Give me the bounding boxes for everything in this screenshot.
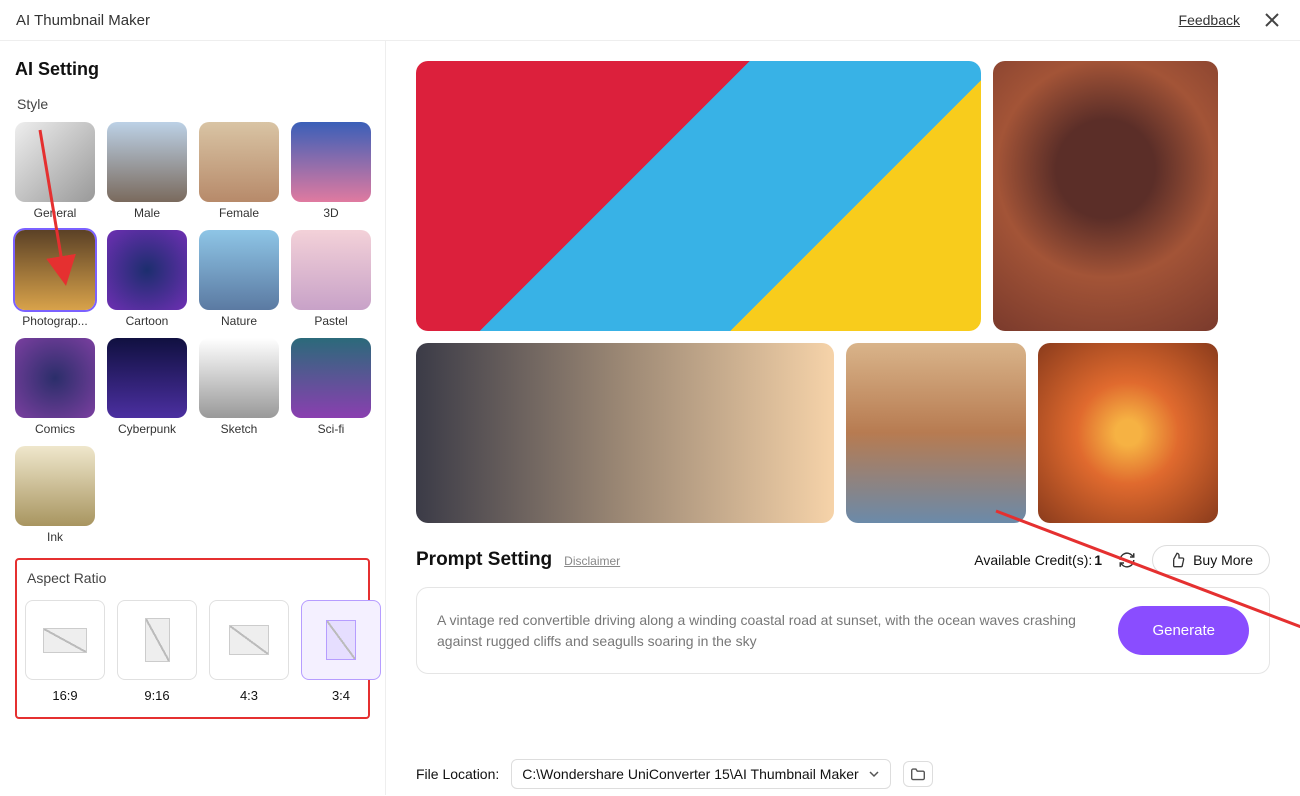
aspect-ratio-section: Aspect Ratio 16:9 9:16 4:3 3:4 <box>15 558 370 719</box>
style-label: Comics <box>35 422 75 436</box>
style-label: Cyberpunk <box>118 422 176 436</box>
aspect-ratio-grid: 16:9 9:16 4:3 3:4 <box>25 600 360 703</box>
file-location-label: File Location: <box>416 766 499 782</box>
ratio-shape <box>145 618 170 662</box>
preview-image-5[interactable] <box>1038 343 1218 523</box>
style-thumb <box>107 338 187 418</box>
style-thumb <box>291 230 371 310</box>
prompt-input[interactable]: A vintage red convertible driving along … <box>437 610 1098 652</box>
ratio-box <box>117 600 197 680</box>
style-thumb <box>15 446 95 526</box>
style-thumb <box>15 338 95 418</box>
preview-row-1 <box>416 61 1270 331</box>
ratio-shape <box>229 625 269 655</box>
style-item-comics[interactable]: Comics <box>15 338 95 436</box>
close-icon <box>1264 12 1280 28</box>
style-item-cyberpunk[interactable]: Cyberpunk <box>107 338 187 436</box>
close-button[interactable] <box>1260 8 1284 32</box>
thumbs-up-icon <box>1169 552 1185 568</box>
credits-display: Available Credit(s):1 <box>974 552 1102 568</box>
style-item-female[interactable]: Female <box>199 122 279 220</box>
style-item-sketch[interactable]: Sketch <box>199 338 279 436</box>
ratio-label: 4:3 <box>240 688 258 703</box>
app-title: AI Thumbnail Maker <box>16 12 150 29</box>
aspect-ratio-3-4[interactable]: 3:4 <box>301 600 381 703</box>
aspect-ratio-label: Aspect Ratio <box>27 570 360 586</box>
credits-label: Available Credit(s): <box>974 552 1092 568</box>
file-location-value: C:\Wondershare UniConverter 15\AI Thumbn… <box>522 766 858 782</box>
style-item-pastel[interactable]: Pastel <box>291 230 371 328</box>
preview-image-1[interactable] <box>416 61 981 331</box>
style-grid: General Male Female 3D Photograp... Cartoon Na… <box>15 122 370 544</box>
style-item-3d[interactable]: 3D <box>291 122 371 220</box>
ratio-box <box>301 600 381 680</box>
ratio-label: 16:9 <box>52 688 77 703</box>
ai-setting-heading: AI Setting <box>15 59 370 80</box>
folder-icon <box>909 767 927 781</box>
generate-button[interactable]: Generate <box>1118 606 1249 655</box>
ratio-box <box>209 600 289 680</box>
style-label: Male <box>134 206 160 220</box>
file-location-row: File Location: C:\Wondershare UniConvert… <box>416 759 1270 789</box>
style-label: Pastel <box>314 314 347 328</box>
style-label: Ink <box>47 530 63 544</box>
style-item-photograp-[interactable]: Photograp... <box>15 230 95 328</box>
style-thumb <box>15 122 95 202</box>
refresh-icon <box>1118 551 1136 569</box>
feedback-link[interactable]: Feedback <box>1179 12 1240 28</box>
ratio-label: 9:16 <box>144 688 169 703</box>
prompt-box: A vintage red convertible driving along … <box>416 587 1270 674</box>
style-label: Photograp... <box>22 314 87 328</box>
style-thumb <box>107 122 187 202</box>
chevron-down-icon <box>868 768 880 780</box>
aspect-ratio-4-3[interactable]: 4:3 <box>209 600 289 703</box>
disclaimer-link[interactable]: Disclaimer <box>564 554 620 568</box>
style-thumb <box>107 230 187 310</box>
preview-image-4[interactable] <box>846 343 1026 523</box>
aspect-ratio-16-9[interactable]: 16:9 <box>25 600 105 703</box>
style-thumb <box>199 338 279 418</box>
file-location-select[interactable]: C:\Wondershare UniConverter 15\AI Thumbn… <box>511 759 891 789</box>
buy-more-label: Buy More <box>1193 552 1253 568</box>
style-label: Sci-fi <box>318 422 345 436</box>
style-section-label: Style <box>17 96 370 112</box>
style-label: 3D <box>323 206 338 220</box>
content-area: Prompt Setting Disclaimer Available Cred… <box>386 41 1300 795</box>
prompt-header: Prompt Setting Disclaimer Available Cred… <box>416 545 1270 575</box>
preview-image-3[interactable] <box>416 343 834 523</box>
ratio-shape <box>43 628 87 653</box>
style-thumb <box>199 230 279 310</box>
open-folder-button[interactable] <box>903 761 933 787</box>
preview-row-2 <box>416 343 1270 523</box>
sidebar: AI Setting Style General Male Female 3D Phot… <box>0 41 386 795</box>
ratio-label: 3:4 <box>332 688 350 703</box>
style-thumb <box>199 122 279 202</box>
credits-value: 1 <box>1094 552 1102 568</box>
prompt-heading: Prompt Setting <box>416 549 552 571</box>
main-layout: AI Setting Style General Male Female 3D Phot… <box>0 41 1300 795</box>
style-label: General <box>34 206 77 220</box>
style-label: Nature <box>221 314 257 328</box>
style-item-ink[interactable]: Ink <box>15 446 95 544</box>
style-item-general[interactable]: General <box>15 122 95 220</box>
ratio-shape <box>326 620 356 660</box>
style-item-nature[interactable]: Nature <box>199 230 279 328</box>
style-thumb <box>291 122 371 202</box>
style-item-sci-fi[interactable]: Sci-fi <box>291 338 371 436</box>
style-label: Female <box>219 206 259 220</box>
ratio-box <box>25 600 105 680</box>
buy-more-button[interactable]: Buy More <box>1152 545 1270 575</box>
header-right: Feedback <box>1179 8 1284 32</box>
style-label: Sketch <box>221 422 258 436</box>
style-thumb <box>291 338 371 418</box>
style-label: Cartoon <box>126 314 169 328</box>
style-thumb <box>15 230 95 310</box>
style-item-male[interactable]: Male <box>107 122 187 220</box>
header-bar: AI Thumbnail Maker Feedback <box>0 0 1300 41</box>
refresh-button[interactable] <box>1118 551 1136 569</box>
aspect-ratio-9-16[interactable]: 9:16 <box>117 600 197 703</box>
style-item-cartoon[interactable]: Cartoon <box>107 230 187 328</box>
preview-image-2[interactable] <box>993 61 1218 331</box>
